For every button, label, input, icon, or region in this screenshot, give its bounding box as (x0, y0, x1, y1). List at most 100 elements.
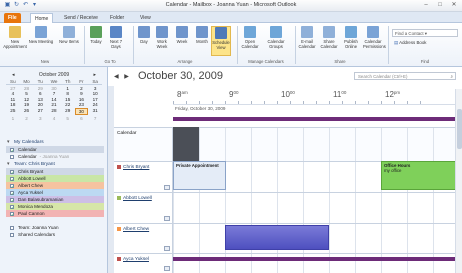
new-appointment-button[interactable]: New Appointment (2, 26, 28, 56)
calendar-permissions-button[interactable]: Calendar Permissions (363, 26, 386, 56)
appointment-private[interactable]: Private Appointment (173, 161, 226, 190)
month-view-button[interactable]: Month (192, 26, 212, 56)
mini-calendar-day[interactable]: 18 (6, 102, 20, 107)
schedule-row-name[interactable]: Ayca Yuksel (114, 254, 173, 273)
mini-calendar-day[interactable]: 25 (6, 108, 20, 115)
calendar-list-item[interactable]: ✓ Chris Bryant (6, 168, 104, 175)
appointment-office-hours[interactable]: Office Hours my office (381, 161, 456, 190)
all-day-event-bar[interactable] (173, 257, 455, 261)
previous-month-arrow-icon[interactable]: ◂ (12, 71, 15, 79)
next-day-arrow-icon[interactable]: ▶ (124, 74, 129, 80)
calendar-checkbox[interactable] (10, 232, 14, 237)
share-calendar-button[interactable]: Share Calendar (319, 26, 339, 56)
mini-calendar-day[interactable]: 29 (61, 108, 75, 115)
search-icon[interactable]: ⌕ (451, 73, 453, 80)
mini-calendar-day[interactable]: 7 (47, 91, 61, 96)
mini-calendar-day[interactable]: 24 (88, 102, 102, 107)
minimize-button[interactable]: – (421, 2, 431, 9)
mini-calendar-day[interactable]: 1 (61, 86, 75, 91)
schedule-row-name[interactable]: Chris Bryant (114, 162, 173, 192)
today-button[interactable]: Today (86, 26, 106, 56)
calendar-checkbox[interactable]: ✓ (10, 211, 14, 216)
mini-calendar-day[interactable]: 7 (88, 116, 102, 121)
calendar-list-item[interactable]: Calendar - Joanna Yuan (6, 153, 104, 160)
calendar-list-item[interactable]: ✓ Paul Cannon (6, 210, 104, 217)
mini-calendar-day[interactable]: 2 (75, 86, 89, 91)
address-book-button[interactable]: ▤ Address Book (394, 40, 426, 46)
mini-calendar-day[interactable]: 3 (33, 116, 47, 121)
mini-calendar-day[interactable]: 11 (6, 97, 20, 102)
work-week-button[interactable]: Work Week (152, 26, 172, 56)
mini-calendar-day[interactable]: 13 (33, 97, 47, 102)
calendar-checkbox[interactable]: ✓ (10, 183, 14, 188)
calendar-checkbox[interactable]: ✓ (10, 204, 14, 209)
calendar-list-item[interactable]: ✓ Albert Chew (6, 182, 104, 189)
mini-calendar-day[interactable]: 12 (20, 97, 34, 102)
mini-calendar-day[interactable]: 5 (61, 116, 75, 121)
mini-calendar-day[interactable]: 10 (88, 91, 102, 96)
mini-calendar-day[interactable]: 15 (61, 97, 75, 102)
mini-calendar-day[interactable]: 2 (20, 116, 34, 121)
new-items-button[interactable]: New Items (56, 26, 82, 56)
mini-calendar-day[interactable]: 31 (88, 108, 102, 115)
scrollbar-thumb[interactable] (457, 109, 462, 149)
schedule-row[interactable]: Ayca Yuksel (114, 253, 455, 273)
all-day-event-bar[interactable] (173, 117, 455, 121)
tab-folder[interactable]: Folder (106, 13, 128, 23)
calendar-checkbox[interactable]: ✓ (10, 190, 14, 195)
row-options-icon[interactable] (164, 266, 170, 271)
calendar-checkbox[interactable]: ✓ (10, 147, 14, 152)
mini-calendar-day[interactable]: 26 (20, 108, 34, 115)
calendar-list-item[interactable]: Team: Joanna Yuan (6, 224, 104, 231)
calendar-groups-button[interactable]: Calendar Groups (266, 26, 286, 56)
mini-calendar-day[interactable]: 16 (75, 97, 89, 102)
calendar-list-item[interactable]: ✓ Dan Balasubramanian (6, 196, 104, 203)
calendar-group-header[interactable]: My Calendars (6, 139, 104, 146)
calendar-checkbox[interactable] (10, 225, 14, 230)
tab-send-receive[interactable]: Send / Receive (60, 13, 102, 23)
mini-calendar-day[interactable]: 23 (75, 102, 89, 107)
busy-block-tentative[interactable] (225, 225, 329, 250)
mini-calendar-day[interactable]: 4 (6, 91, 20, 96)
mini-calendar-day[interactable]: 14 (47, 97, 61, 102)
mini-calendar-day[interactable]: 27 (33, 108, 47, 115)
mini-calendar-day[interactable]: 30 (74, 107, 89, 115)
row-options-icon[interactable] (164, 246, 170, 251)
mini-calendar-day[interactable]: 28 (47, 108, 61, 115)
mini-calendar-day[interactable]: 19 (20, 102, 34, 107)
week-view-button[interactable]: Week (172, 26, 192, 56)
mini-calendar-day[interactable]: 1 (6, 116, 20, 121)
mini-calendar-day[interactable]: 6 (33, 91, 47, 96)
row-options-icon[interactable] (164, 216, 170, 221)
schedule-row[interactable]: Calendar (114, 127, 455, 161)
next-month-arrow-icon[interactable]: ▸ (93, 71, 96, 79)
calendar-checkbox[interactable]: ✓ (10, 169, 14, 174)
new-meeting-button[interactable]: New Meeting (28, 26, 54, 56)
mini-calendar-day[interactable]: 9 (75, 91, 89, 96)
mini-calendar-day[interactable]: 5 (20, 91, 34, 96)
calendar-list-item[interactable]: ✓ Monica Mendoza (6, 203, 104, 210)
calendar-checkbox[interactable]: ✓ (10, 176, 14, 181)
mini-calendar-day[interactable]: 30 (47, 86, 61, 91)
calendar-group-header[interactable]: Team: Chris Bryant (6, 161, 104, 168)
schedule-row-name[interactable]: Abbott Lowell (114, 193, 173, 223)
mini-calendar-day[interactable]: 4 (47, 116, 61, 121)
schedule-view-button[interactable]: Schedule View (211, 26, 231, 56)
vertical-scrollbar[interactable] (455, 89, 462, 273)
open-calendar-button[interactable]: Open Calendar (240, 26, 260, 56)
calendar-list-item[interactable]: ✓ Abbott Lowell (6, 175, 104, 182)
next-7-days-button[interactable]: Next 7 Days (106, 26, 126, 56)
tab-home[interactable]: Home (30, 13, 54, 23)
mini-calendar-day[interactable]: 28 (20, 86, 34, 91)
schedule-row[interactable]: Abbott Lowell (114, 192, 455, 223)
mini-calendar-day[interactable]: 22 (61, 102, 75, 107)
mini-calendar-day[interactable]: 20 (33, 102, 47, 107)
mini-calendar-day[interactable]: 3 (88, 86, 102, 91)
calendar-checkbox[interactable] (10, 154, 14, 159)
calendar-checkbox[interactable]: ✓ (10, 197, 14, 202)
day-view-button[interactable]: Day (134, 26, 154, 56)
row-options-icon[interactable] (164, 185, 170, 190)
search-calendar-input[interactable]: Search Calendar (Ctrl+E) ⌕ (354, 72, 456, 80)
tab-view[interactable]: View (136, 13, 155, 23)
publish-online-button[interactable]: Publish Online (341, 26, 361, 56)
